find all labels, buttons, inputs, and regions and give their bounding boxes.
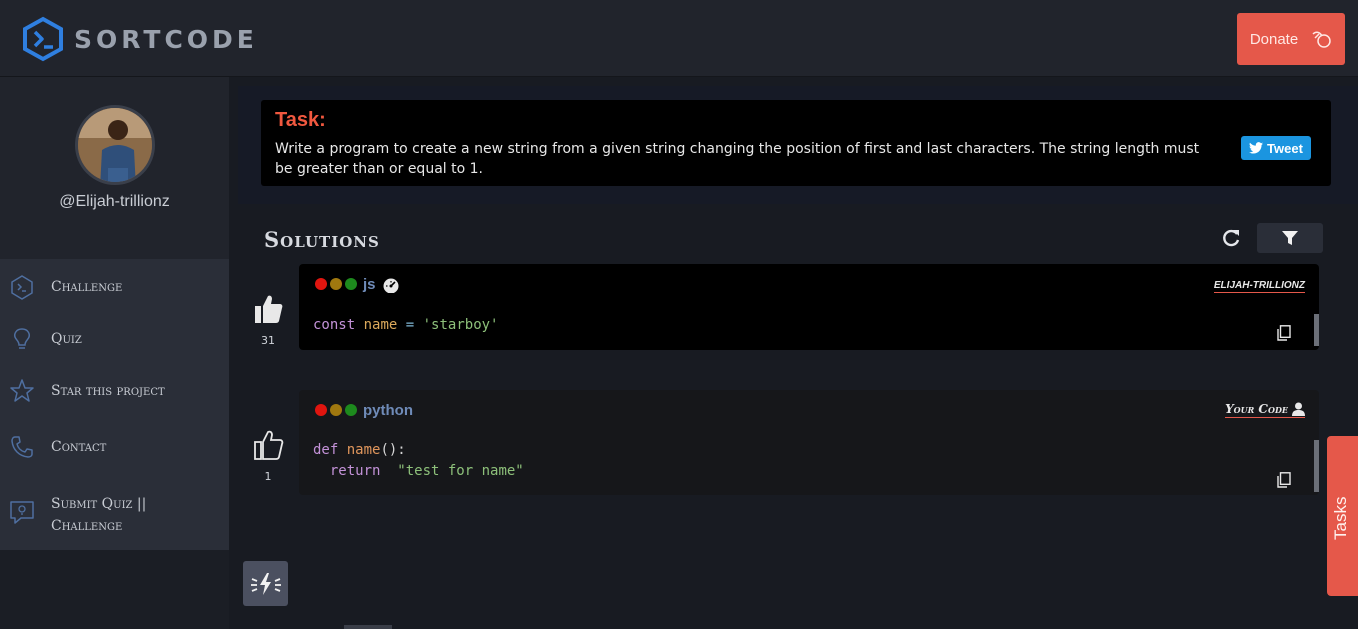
code-function: name — [346, 442, 381, 458]
red-dot — [315, 404, 327, 416]
terminal-hexagon-logo-icon — [23, 16, 63, 62]
task-description: Write a program to create a new string f… — [275, 141, 1200, 177]
sidebar: @Elijah-trillionz Challenge Quiz Star th… — [0, 77, 229, 629]
language-name: js — [363, 276, 376, 293]
logo-text: SORTCODE — [74, 24, 258, 54]
sidebar-item-label: Submit Quiz || Challenge — [51, 493, 146, 537]
author-text: Your Code — [1225, 402, 1288, 416]
profile-panel: @Elijah-trillionz — [0, 77, 229, 259]
filter-icon — [1282, 231, 1298, 245]
solution-card: python Your Code def name(): return "tes… — [299, 390, 1319, 495]
vote-count: 1 — [264, 470, 272, 483]
sidebar-item-label-line1: Submit Quiz || — [51, 496, 147, 512]
sidebar-item-challenge[interactable]: Challenge — [0, 273, 229, 301]
green-dot — [345, 278, 357, 290]
sidebar-nav: Challenge Quiz Star this project Contact — [0, 259, 229, 550]
star-icon — [10, 379, 34, 402]
sidebar-item-label-line2: Challenge — [51, 518, 123, 534]
copy-icon[interactable] — [1277, 325, 1291, 341]
sidebar-item-label: Challenge — [51, 279, 123, 295]
hand-coin-icon — [1312, 31, 1331, 48]
tasks-tab-label: Tasks — [1331, 496, 1350, 540]
language-name: python — [363, 402, 413, 419]
solution-card: js ELIJAH-TRILLIONZ const name = 'starbo… — [299, 264, 1319, 350]
code-punctuation: (): — [380, 442, 406, 458]
upvote-button[interactable]: 1 — [250, 428, 286, 483]
sidebar-item-label: Star this project — [51, 383, 165, 399]
task-title: Task: — [275, 109, 326, 131]
sidebar-item-star[interactable]: Star this project — [0, 377, 229, 405]
twitter-bird-icon — [1249, 142, 1264, 154]
green-dot — [345, 404, 357, 416]
avatar-photo — [78, 108, 152, 182]
sidebar-item-submit[interactable]: Submit Quiz || Challenge — [0, 491, 229, 537]
code-string: "test for name" — [397, 463, 524, 479]
code-operator: = — [405, 317, 415, 333]
copy-icon[interactable] — [1277, 472, 1291, 488]
filter-button[interactable] — [1257, 223, 1323, 253]
tweet-label: Tweet — [1267, 140, 1303, 156]
user-icon — [1292, 402, 1305, 416]
phone-icon — [11, 436, 33, 458]
language-label: js — [363, 276, 400, 293]
logo[interactable]: SORTCODE — [22, 16, 258, 62]
code-keyword: def — [313, 442, 339, 458]
code-keyword: const — [313, 317, 356, 333]
language-label: python — [363, 402, 413, 419]
upvote-button[interactable]: 31 — [250, 292, 286, 347]
window-dots — [315, 404, 357, 416]
donate-button[interactable]: Donate — [1237, 13, 1345, 65]
task-card: Task: Write a program to create a new st… — [261, 100, 1331, 186]
donate-label: Donate — [1249, 30, 1299, 48]
refresh-icon[interactable] — [1219, 226, 1243, 250]
sidebar-item-label: Contact — [51, 439, 107, 455]
tweet-button[interactable]: Tweet — [1241, 136, 1311, 160]
lightbulb-icon — [14, 328, 30, 349]
speedometer-icon[interactable] — [382, 277, 400, 293]
vote-count: 31 — [261, 334, 275, 347]
yellow-dot — [330, 278, 342, 290]
chat-lightbulb-icon — [10, 501, 34, 524]
sidebar-item-label: Quiz — [51, 331, 82, 347]
scrollbar[interactable] — [1314, 314, 1319, 346]
code-block: const name = 'starboy' — [313, 315, 498, 336]
sidebar-item-quiz[interactable]: Quiz — [0, 325, 229, 353]
yellow-dot — [330, 404, 342, 416]
solutions-title: Solutions — [264, 227, 380, 252]
bolt-button[interactable] — [243, 561, 288, 606]
horizontal-scrollbar[interactable] — [344, 625, 392, 629]
red-dot — [315, 278, 327, 290]
code-string: 'starboy' — [422, 317, 499, 333]
author-link[interactable]: ELIJAH-TRILLIONZ — [1213, 280, 1305, 293]
code-keyword: return — [329, 463, 381, 479]
your-code-label: Your Code — [1225, 402, 1305, 418]
top-header: SORTCODE Donate — [0, 0, 1358, 77]
terminal-hexagon-icon — [11, 275, 33, 300]
thumbs-up-outline-icon — [254, 430, 284, 460]
code-variable: name — [363, 317, 398, 333]
thumbs-up-filled-icon — [255, 295, 283, 323]
scrollbar[interactable] — [1314, 440, 1319, 492]
sidebar-item-contact[interactable]: Contact — [0, 433, 229, 461]
avatar[interactable] — [75, 105, 155, 185]
username[interactable]: @Elijah-trillionz — [0, 193, 229, 211]
lightning-bolt-icon — [250, 572, 281, 595]
window-dots — [315, 278, 357, 290]
code-block: def name(): return "test for name" — [313, 440, 524, 482]
